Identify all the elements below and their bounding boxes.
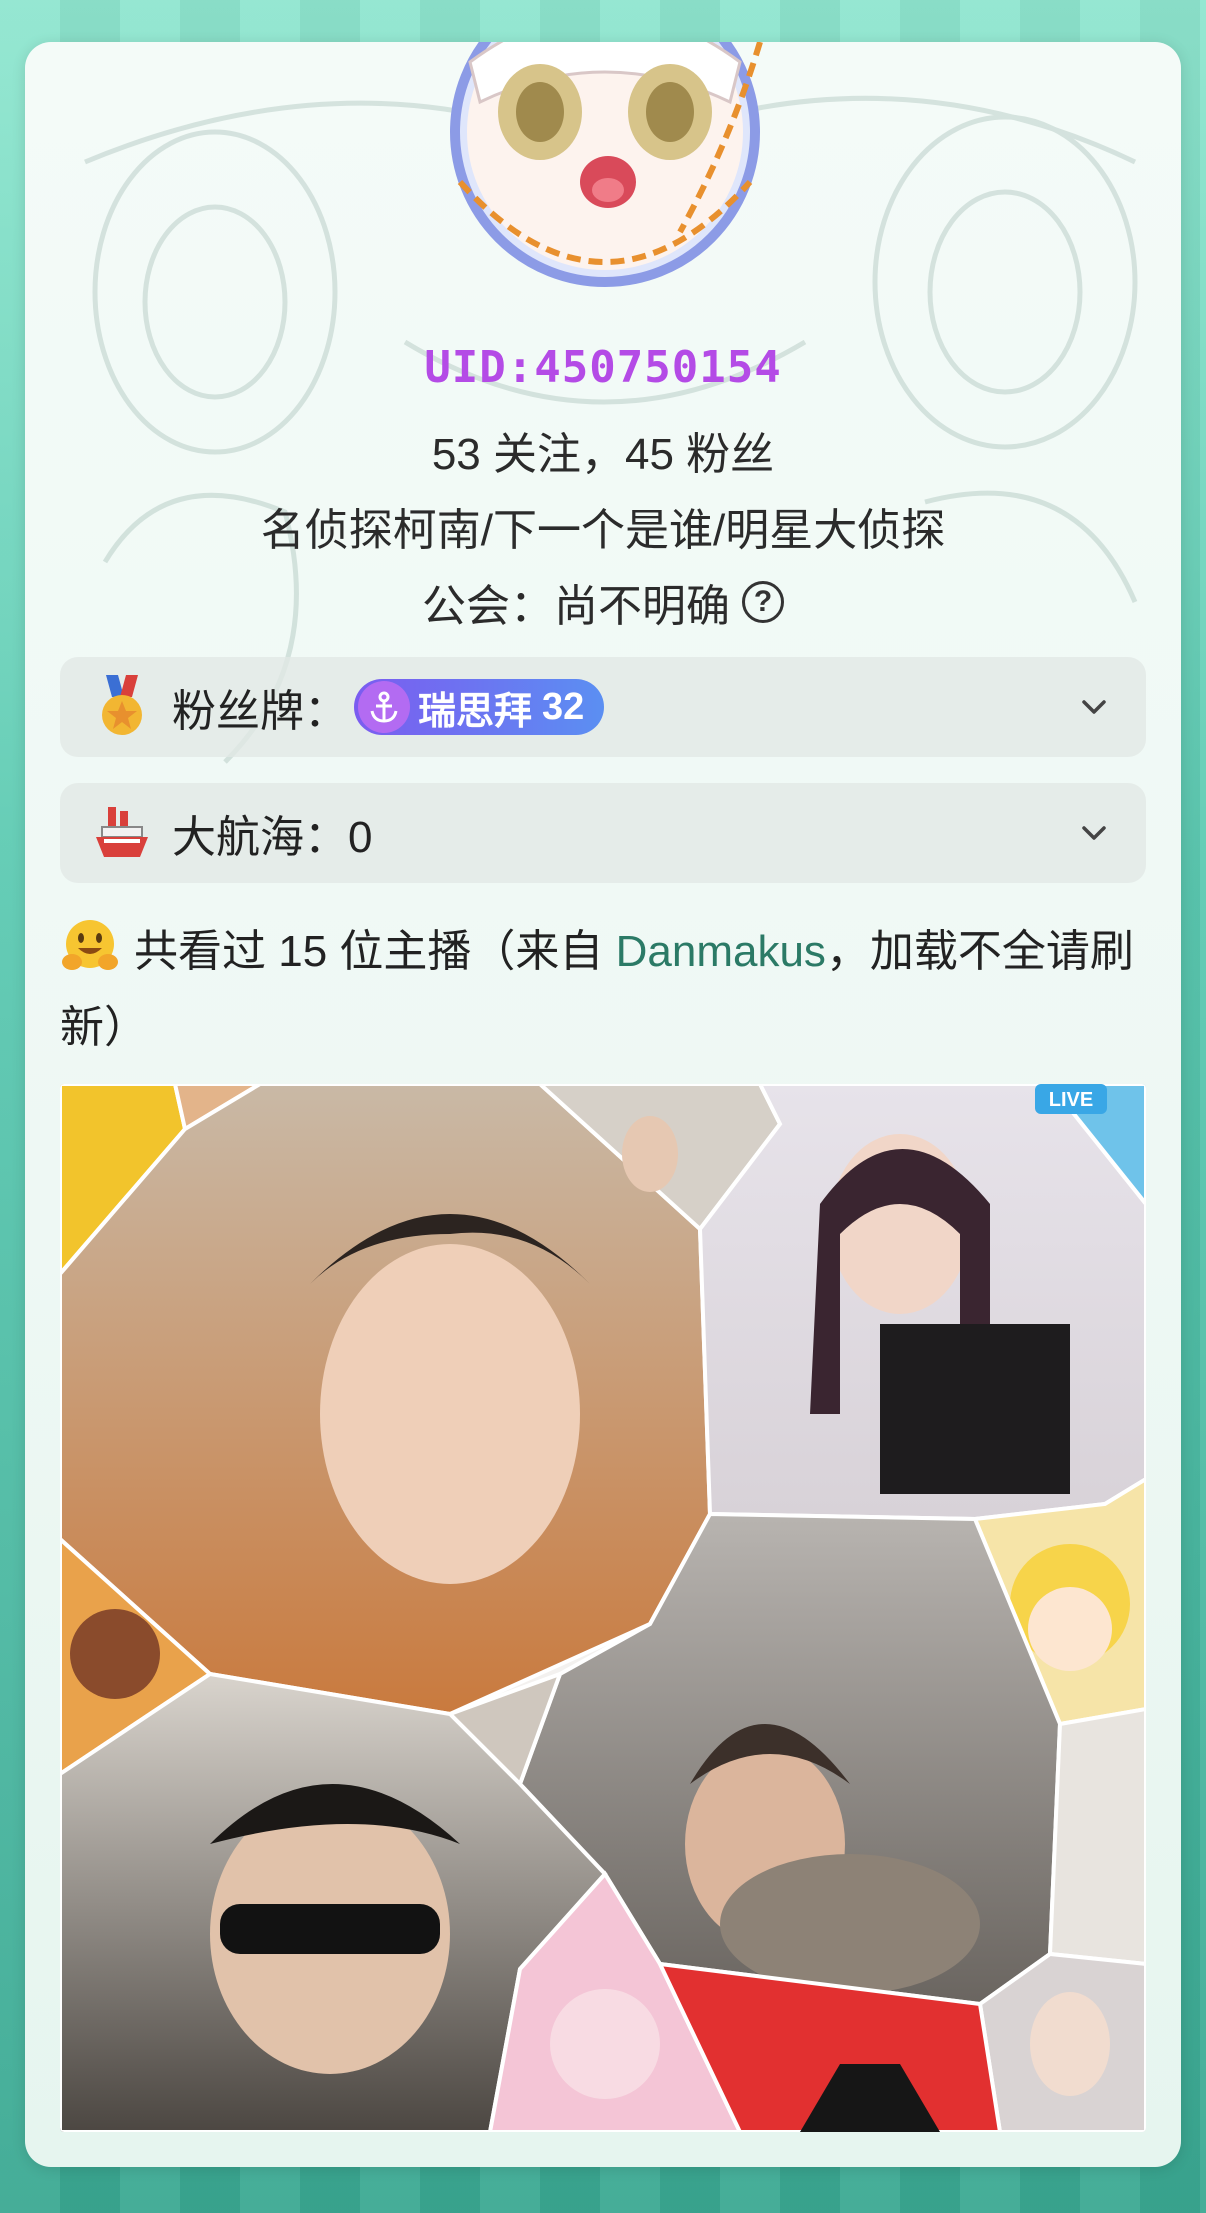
watched-streamers-text: 共看过 15 位主播（来自 Danmakus，加载不全请刷新） — [60, 914, 1160, 1066]
streamer-avatar-mosaic: LIVE — [60, 1084, 1146, 2132]
guild-label: 公会：尚不明确 — [422, 582, 730, 631]
hugging-face-icon — [62, 920, 118, 970]
watched-prefix: 共看过 15 位主播（来自 — [134, 927, 616, 976]
fan-medal-row[interactable]: 粉丝牌： 瑞思拜 32 — [60, 657, 1146, 757]
help-icon[interactable]: ? — [742, 581, 784, 623]
mosaic-face — [320, 1244, 580, 1584]
user-uid: UID:450750154 — [424, 342, 782, 393]
mosaic-cell — [1047, 1706, 1146, 1967]
medal-icon — [102, 675, 142, 735]
badge-level: 32 — [542, 685, 585, 728]
guard-label: 大航海：0 — [172, 813, 373, 862]
user-avatar[interactable] — [430, 42, 780, 292]
fan-medal-label: 粉丝牌： — [172, 687, 348, 736]
chevron-down-icon[interactable] — [1076, 815, 1112, 851]
fan-medal-badge[interactable]: 瑞思拜 32 — [354, 679, 605, 735]
danmakus-link[interactable]: Danmakus — [616, 927, 826, 976]
follow-stats: 53 关注，45 粉丝 — [431, 430, 775, 479]
guild-info: 公会：尚不明确 ? — [25, 570, 1181, 634]
ship-icon — [96, 807, 148, 857]
anchor-icon — [358, 681, 410, 733]
user-tags: 名侦探柯南/下一个是谁/明星大侦探 — [260, 506, 946, 555]
badge-name: 瑞思拜 — [418, 690, 533, 733]
live-badge-text: LIVE — [1049, 1089, 1093, 1111]
chevron-down-icon[interactable] — [1076, 689, 1112, 725]
profile-card: UID:450750154 53 关注，45 粉丝 名侦探柯南/下一个是谁/明星… — [25, 42, 1181, 2167]
guard-row[interactable]: 大航海：0 — [60, 783, 1146, 883]
